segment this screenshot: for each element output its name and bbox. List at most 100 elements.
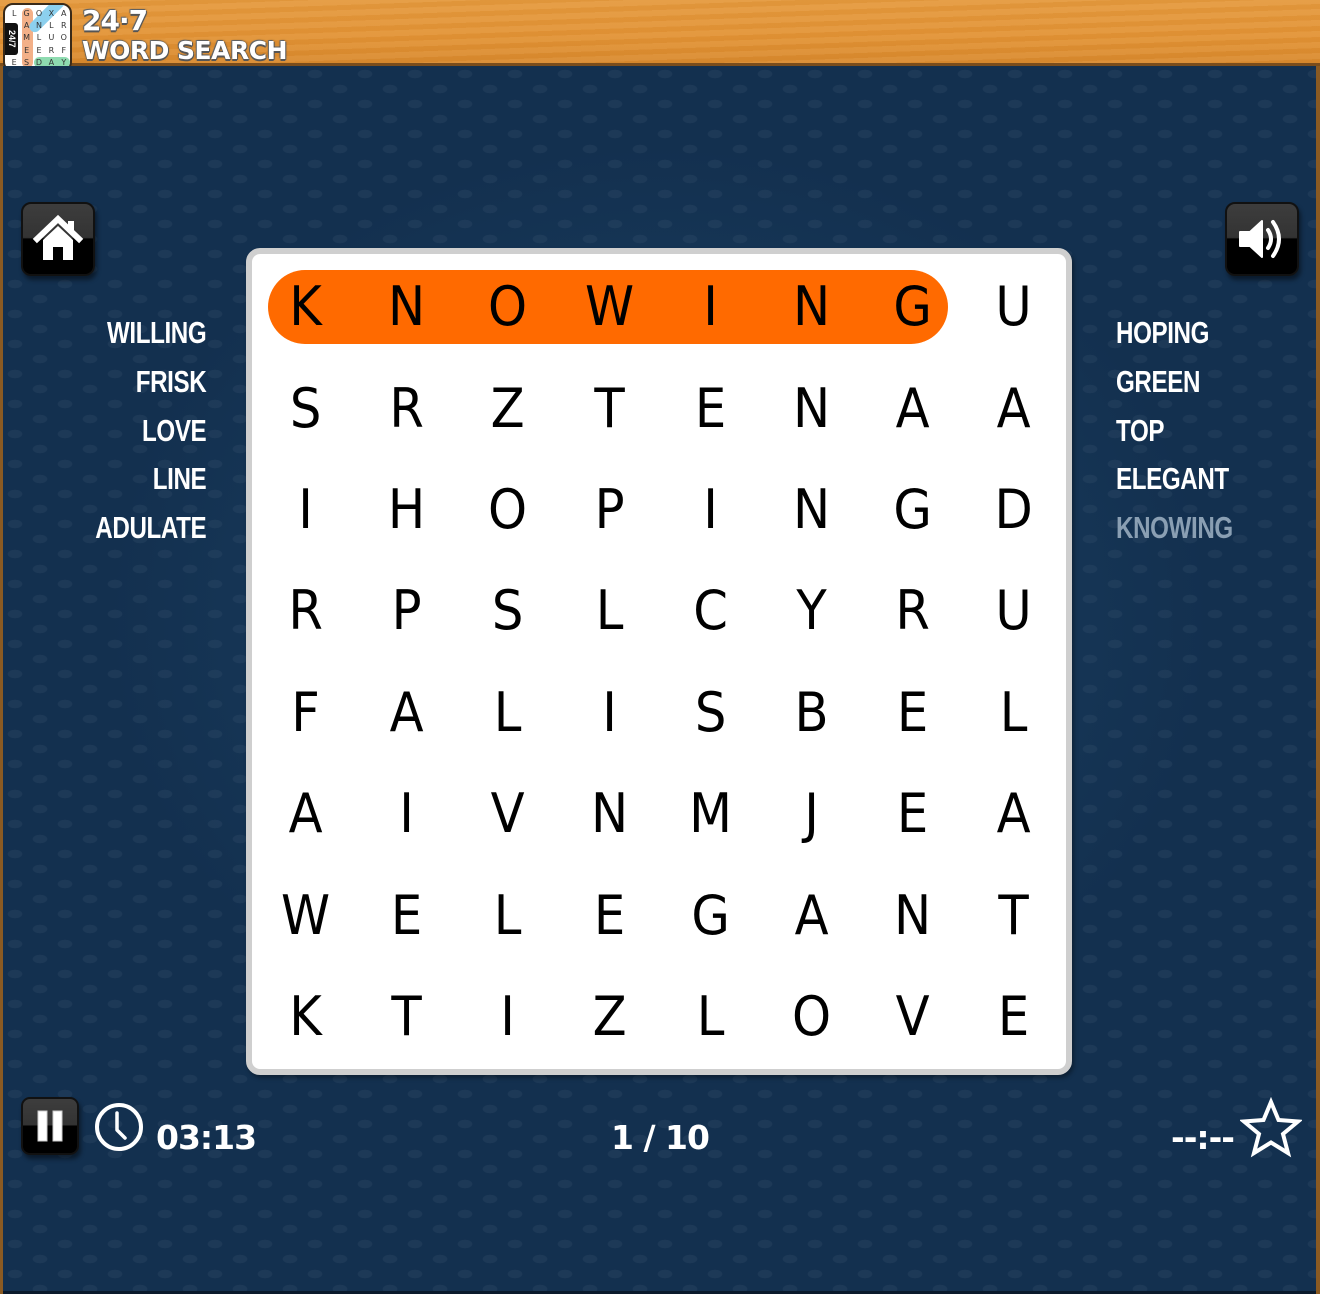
grid-cell[interactable]: E xyxy=(967,966,1060,1067)
grid-cell[interactable]: E xyxy=(866,763,959,864)
grid-cell[interactable]: L xyxy=(461,864,554,965)
word-list-item: HOPING xyxy=(1116,315,1210,350)
grid-cell[interactable]: L xyxy=(461,662,554,763)
grid-cell[interactable]: S xyxy=(664,662,757,763)
logo-letter: R xyxy=(61,21,67,31)
grid-cell[interactable]: L xyxy=(967,662,1060,763)
grid-cell[interactable]: T xyxy=(563,357,656,458)
logo-letter: U xyxy=(48,33,55,43)
grid-cell[interactable]: K xyxy=(259,256,352,357)
grid-cell[interactable]: N xyxy=(563,763,656,864)
grid-cell[interactable]: E xyxy=(866,662,959,763)
grid-cell[interactable]: Y xyxy=(765,560,858,661)
grid-cell[interactable]: U xyxy=(967,256,1060,357)
grid-cell[interactable]: E xyxy=(563,864,656,965)
grid-cell[interactable]: R xyxy=(259,560,352,661)
grid-cell[interactable]: B xyxy=(765,662,858,763)
word-list-right: HOPING GREEN TOP ELEGANT KNOWING xyxy=(1116,313,1266,557)
word-list-item: KNOWING xyxy=(1116,510,1233,546)
grid-cell[interactable]: G xyxy=(664,864,757,965)
grid-cell[interactable]: W xyxy=(259,864,352,965)
grid-cell[interactable]: A xyxy=(360,662,453,763)
logo-letter: E xyxy=(36,45,42,55)
logo-letter: M xyxy=(23,33,31,43)
grid-cell[interactable]: O xyxy=(461,459,554,560)
grid-cell[interactable]: G xyxy=(866,256,959,357)
word-list-item: LINE xyxy=(152,461,206,497)
app-title-line1: 24·7 xyxy=(82,4,148,37)
grid-cell[interactable]: S xyxy=(461,560,554,661)
grid-cell[interactable]: P xyxy=(563,459,656,560)
grid-cell[interactable]: L xyxy=(664,966,757,1067)
home-button[interactable] xyxy=(21,202,95,276)
grid-cell[interactable]: A xyxy=(259,763,352,864)
logo-letter: A xyxy=(61,8,67,18)
app-title: 24·7 WORD SEARCH xyxy=(82,4,288,66)
grid-cell[interactable]: H xyxy=(360,459,453,560)
grid-cell[interactable]: D xyxy=(967,459,1060,560)
grid-cell[interactable]: R xyxy=(360,357,453,458)
grid-cell[interactable]: N xyxy=(765,459,858,560)
puzzle-grid[interactable]: KNOWINGUSRZTENAAIHOPINGDRPSLCYRUFALISBEL… xyxy=(255,256,1065,1066)
grid-cell[interactable]: O xyxy=(461,256,554,357)
logo-letter: R xyxy=(48,45,55,55)
speaker-icon xyxy=(1239,220,1281,258)
grid-cell[interactable]: L xyxy=(563,560,656,661)
word-list-item: WILLING xyxy=(106,315,207,350)
grid-cell[interactable]: I xyxy=(664,256,757,357)
grid-cell[interactable]: G xyxy=(866,459,959,560)
grid-cell[interactable]: F xyxy=(259,662,352,763)
grid-cell[interactable]: E xyxy=(664,357,757,458)
grid-cell[interactable]: A xyxy=(967,357,1060,458)
grid-cell[interactable]: Z xyxy=(563,966,656,1067)
grid-cell[interactable]: M xyxy=(664,763,757,864)
home-icon xyxy=(32,214,84,260)
grid-cell[interactable]: Z xyxy=(461,357,554,458)
pause-button[interactable] xyxy=(21,1097,79,1155)
grid-cell[interactable]: V xyxy=(866,966,959,1067)
grid-cell[interactable]: I xyxy=(360,763,453,864)
grid-cell[interactable]: W xyxy=(563,256,656,357)
grid-cell[interactable]: T xyxy=(967,864,1060,965)
logo-letter: L xyxy=(36,33,42,43)
clock-icon xyxy=(95,1103,143,1151)
grid-cell[interactable]: A xyxy=(967,763,1060,864)
grid-cell[interactable]: O xyxy=(765,966,858,1067)
sound-toggle-button[interactable] xyxy=(1225,202,1299,276)
grid-cell[interactable]: V xyxy=(461,763,554,864)
grid-cell[interactable]: I xyxy=(259,459,352,560)
grid-cell[interactable]: J xyxy=(765,763,858,864)
grid-cell[interactable]: P xyxy=(360,560,453,661)
grid-cell[interactable]: R xyxy=(866,560,959,661)
grid-cell[interactable]: I xyxy=(461,966,554,1067)
logo-letter: L xyxy=(11,8,17,18)
logo-letter: A xyxy=(23,21,30,31)
grid-cell[interactable]: N xyxy=(360,256,453,357)
grid-cell[interactable]: I xyxy=(563,662,656,763)
logo-tab: 24/7 xyxy=(5,23,18,55)
grid-cell[interactable]: U xyxy=(967,560,1060,661)
grid-cell[interactable]: S xyxy=(259,357,352,458)
logo-letter: O xyxy=(60,33,67,43)
pause-icon xyxy=(37,1110,63,1142)
logo-letter: O xyxy=(35,8,43,18)
grid-cell[interactable]: N xyxy=(765,256,858,357)
grid-cell[interactable]: E xyxy=(360,864,453,965)
app-logo[interactable]: LGOXAANLRMLUOEERFESDAY 24/7 xyxy=(3,3,72,72)
grid-cell[interactable]: A xyxy=(866,357,959,458)
app-title-line2: WORD SEARCH xyxy=(82,36,288,65)
word-list-item: ADULATE xyxy=(95,510,206,546)
word-list-item: LOVE xyxy=(141,412,207,448)
grid-cell[interactable]: K xyxy=(259,966,352,1067)
word-list-item: ELEGANT xyxy=(1116,461,1229,497)
grid-cell[interactable]: I xyxy=(664,459,757,560)
grid-cell[interactable]: A xyxy=(765,864,858,965)
word-list-item: GREEN xyxy=(1116,363,1201,399)
logo-letter: G xyxy=(23,8,30,18)
grid-cell[interactable]: N xyxy=(765,357,858,458)
grid-cell[interactable]: T xyxy=(360,966,453,1067)
elapsed-timer: 03:13 xyxy=(156,1118,257,1157)
grid-cell[interactable]: N xyxy=(866,864,959,965)
star-icon[interactable] xyxy=(1240,1097,1302,1159)
grid-cell[interactable]: C xyxy=(664,560,757,661)
